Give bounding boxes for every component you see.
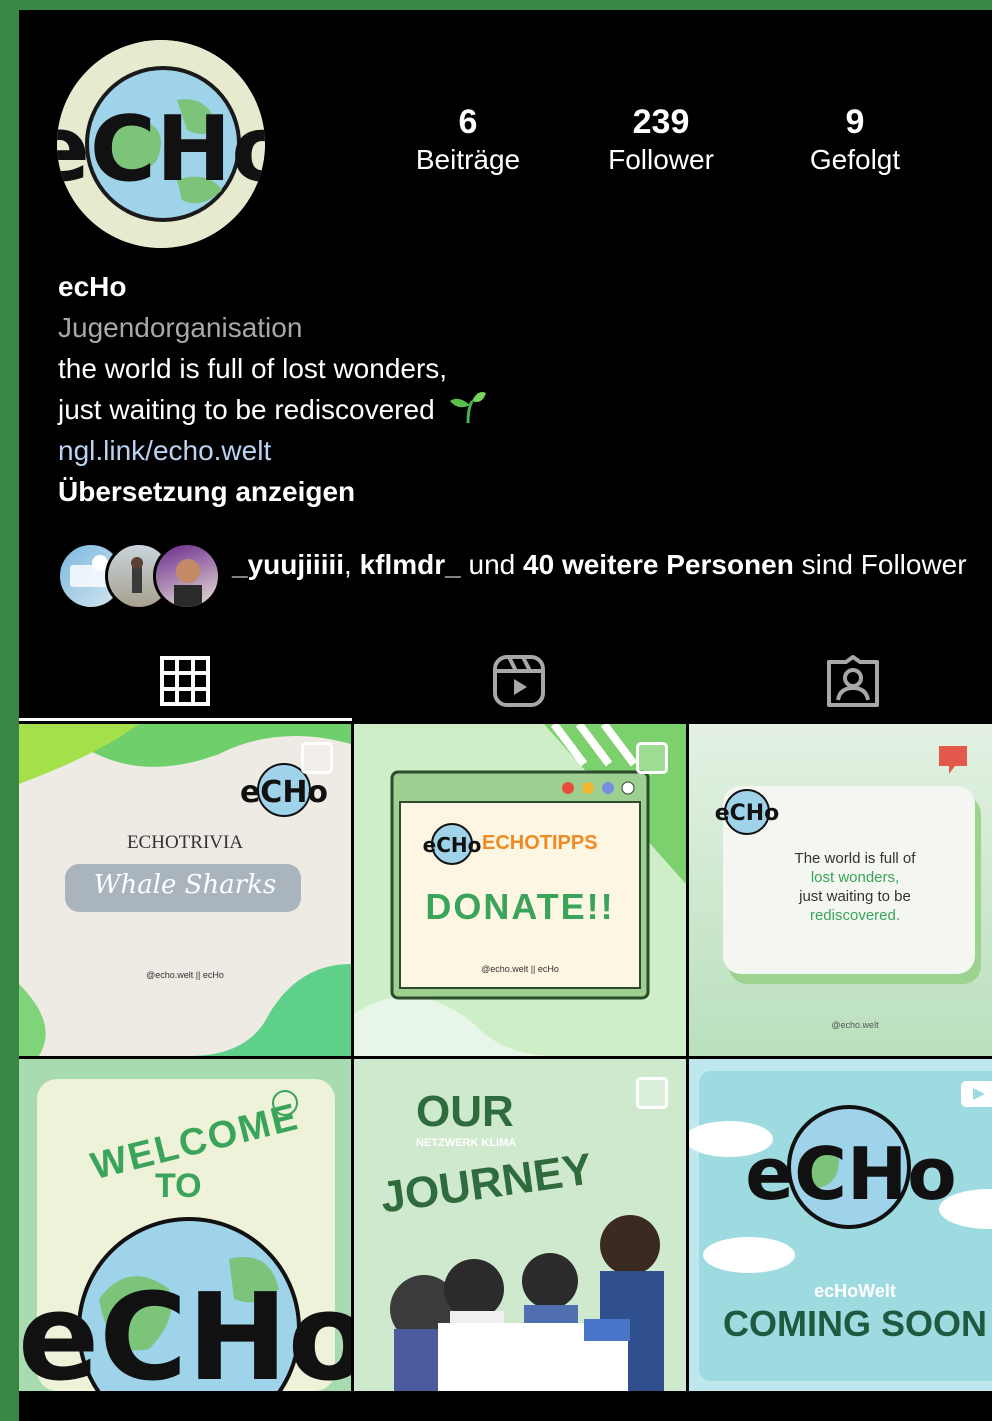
- stat-followers-value: 239: [632, 103, 690, 141]
- mutual-followers-others: 40 weitere Personen: [523, 549, 794, 580]
- mutual-follower-1[interactable]: _yuujiiiii: [232, 549, 344, 580]
- reels-icon: [493, 655, 545, 707]
- svg-text:eCHo: eCHo: [715, 801, 780, 826]
- post-title: ecHoWelt: [814, 1281, 896, 1301]
- svg-text:eCHo: eCHo: [57, 97, 265, 202]
- mutual-followers[interactable]: _yuujiiiii, kflmdr_ und 40 weitere Perso…: [57, 542, 987, 622]
- stat-following-label: Gefolgt: [809, 144, 901, 175]
- follower-avatar: [153, 542, 221, 610]
- stat-following[interactable]: 9 Gefolgt: [765, 102, 945, 178]
- post-subtitle: Whale Sharks: [93, 870, 277, 900]
- post-background: [354, 1059, 686, 1391]
- stat-followers-label: Follower: [608, 144, 714, 175]
- stat-posts-label: Beiträge: [415, 144, 521, 175]
- bio-line-2-row: just waiting to be rediscovered: [58, 389, 958, 430]
- bio-line-1: the world is full of lost wonders,: [58, 353, 448, 384]
- carousel-icon: [301, 742, 333, 774]
- tab-tagged[interactable]: [691, 638, 992, 724]
- svg-text:eCHo: eCHo: [423, 833, 482, 857]
- profile-screen: eCHo 6 Beiträge 239 Follower 9 Gefolgt e…: [19, 10, 992, 1421]
- followers-suffix: sind Follower: [793, 549, 967, 580]
- post-tile[interactable]: eCHo ecHoWelt COMING SOON: [689, 1059, 992, 1391]
- post-handle: @echo.welt || ecHo: [146, 970, 224, 980]
- post-tile[interactable]: eCHo ECHOTRIVIA Whale Sharks @echo.welt …: [19, 724, 351, 1056]
- post-tile[interactable]: eCHo ECHOTIPPS DONATE!! @echo.welt || ec…: [354, 724, 686, 1056]
- post-text-line-2: lost wonders,: [810, 869, 900, 886]
- profile-bio: ecHo Jugendorganisation the world is ful…: [58, 266, 958, 512]
- stat-following-value: 9: [845, 103, 865, 141]
- post-subtitle: TO: [155, 1167, 202, 1205]
- profile-category: Jugendorganisation: [58, 312, 303, 343]
- svg-text:eCHo: eCHo: [240, 775, 328, 810]
- post-title: OUR: [416, 1087, 514, 1136]
- post-text-line-4: rediscovered.: [809, 907, 901, 924]
- mutual-followers-text: _yuujiiiii, kflmdr_ und 40 weitere Perso…: [232, 544, 972, 585]
- post-tile[interactable]: eCHo WELCOME TO: [19, 1059, 351, 1391]
- post-small-text: NETZWERK KLIMA: [416, 1137, 517, 1149]
- profile-avatar[interactable]: eCHo: [57, 40, 265, 248]
- translate-button[interactable]: Übersetzung anzeigen: [58, 471, 958, 512]
- svg-text:eCHo: eCHo: [19, 1269, 351, 1391]
- post-subtitle: COMING SOON: [722, 1303, 987, 1344]
- stat-posts[interactable]: 6 Beiträge: [378, 102, 558, 178]
- profile-link[interactable]: ngl.link/echo.welt: [58, 430, 958, 471]
- post-handle: @echo.welt: [831, 1020, 879, 1030]
- active-tab-indicator: [19, 718, 352, 721]
- post-background: eCHo: [19, 1079, 351, 1391]
- post-text-line-3: just waiting to be: [799, 888, 911, 905]
- post-title: ECHOTRIVIA: [126, 832, 244, 853]
- post-tile[interactable]: eCHo The world is full of lost wonders, …: [689, 724, 992, 1056]
- seedling-icon: [450, 392, 487, 424]
- profile-tabs: [19, 638, 992, 726]
- profile-name: ecHo: [58, 271, 127, 302]
- tab-reels[interactable]: [357, 638, 681, 724]
- stat-posts-value: 6: [458, 103, 478, 141]
- mutual-follower-2[interactable]: kflmdr_: [360, 549, 461, 580]
- svg-text:eCHo: eCHo: [745, 1132, 956, 1216]
- bio-line-2: just waiting to be rediscovered: [58, 394, 435, 425]
- separator: ,: [344, 549, 360, 580]
- stat-followers[interactable]: 239 Follower: [571, 102, 751, 178]
- carousel-icon: [636, 1077, 668, 1109]
- post-tile[interactable]: OUR NETZWERK KLIMA JOURNEY: [354, 1059, 686, 1391]
- post-handle: @echo.welt || ecHo: [481, 964, 559, 974]
- and-text: und: [460, 549, 524, 580]
- carousel-icon: [636, 742, 668, 774]
- post-subtitle: DONATE!!: [425, 886, 615, 927]
- post-text-line-1: The world is full of: [794, 850, 916, 867]
- post-title: ECHOTIPPS: [482, 832, 598, 854]
- grid-icon: [160, 656, 210, 706]
- echo-logo-icon: eCHo: [57, 40, 265, 248]
- tagged-icon: [827, 655, 879, 707]
- tab-posts-grid[interactable]: [23, 638, 347, 724]
